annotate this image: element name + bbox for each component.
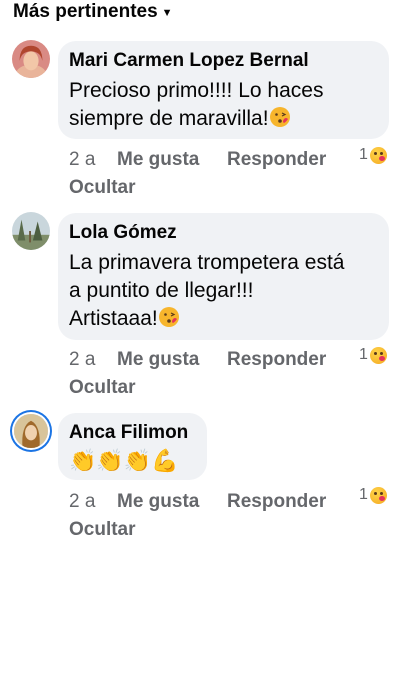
hide-button[interactable]: Ocultar — [69, 174, 326, 202]
comment-bubble: Anca Filimon 👏👏👏💪 — [58, 413, 207, 480]
avatar[interactable] — [12, 212, 50, 250]
reaction-count: 1 — [359, 346, 368, 363]
kiss-face-icon — [269, 107, 290, 127]
comment-actions: 2 a Me gusta Responder Ocultar — [69, 146, 326, 202]
comment-bubble: Lola Gómez La primavera trompetera está … — [58, 213, 389, 340]
avatar[interactable] — [14, 414, 48, 448]
comment-timestamp[interactable]: 2 a — [69, 346, 117, 374]
chevron-down-icon: ▼ — [161, 7, 173, 19]
comment-text: 👏👏👏💪 — [69, 448, 179, 473]
reply-button[interactable]: Responder — [227, 146, 326, 174]
comment-author[interactable]: Lola Gómez — [69, 221, 377, 245]
comment-author[interactable]: Mari Carmen Lopez Bernal — [69, 49, 377, 73]
reaction-summary[interactable]: 1 — [359, 346, 387, 364]
kiss-face-icon — [158, 307, 179, 327]
avatar[interactable] — [12, 40, 50, 78]
reaction-count: 1 — [359, 146, 368, 163]
kiss-face-icon — [369, 346, 387, 364]
kiss-face-icon — [369, 146, 387, 164]
reaction-count: 1 — [359, 486, 368, 503]
like-button[interactable]: Me gusta — [117, 146, 227, 174]
comment-timestamp[interactable]: 2 a — [69, 146, 117, 174]
kiss-face-icon — [369, 486, 387, 504]
hide-button[interactable]: Ocultar — [69, 516, 326, 544]
sort-dropdown[interactable]: Más pertinentes ▼ — [13, 0, 173, 24]
like-button[interactable]: Me gusta — [117, 488, 227, 516]
comment-actions: 2 a Me gusta Responder Ocultar — [69, 346, 326, 402]
reaction-summary[interactable]: 1 — [359, 146, 387, 164]
comment-bubble: Mari Carmen Lopez Bernal Precioso primo!… — [58, 41, 389, 139]
reply-button[interactable]: Responder — [227, 488, 326, 516]
comment-text: La primavera trompetera está a puntito d… — [69, 251, 345, 330]
comment-author[interactable]: Anca Filimon — [69, 421, 195, 445]
reaction-summary[interactable]: 1 — [359, 486, 387, 504]
comment-actions: 2 a Me gusta Responder Ocultar — [69, 488, 326, 544]
like-button[interactable]: Me gusta — [117, 346, 227, 374]
comment-text: Precioso primo!!!! Lo haces siempre de m… — [69, 79, 324, 130]
hide-button[interactable]: Ocultar — [69, 374, 326, 402]
sort-label: Más pertinentes — [13, 1, 158, 22]
comment-timestamp[interactable]: 2 a — [69, 488, 117, 516]
reply-button[interactable]: Responder — [227, 346, 326, 374]
